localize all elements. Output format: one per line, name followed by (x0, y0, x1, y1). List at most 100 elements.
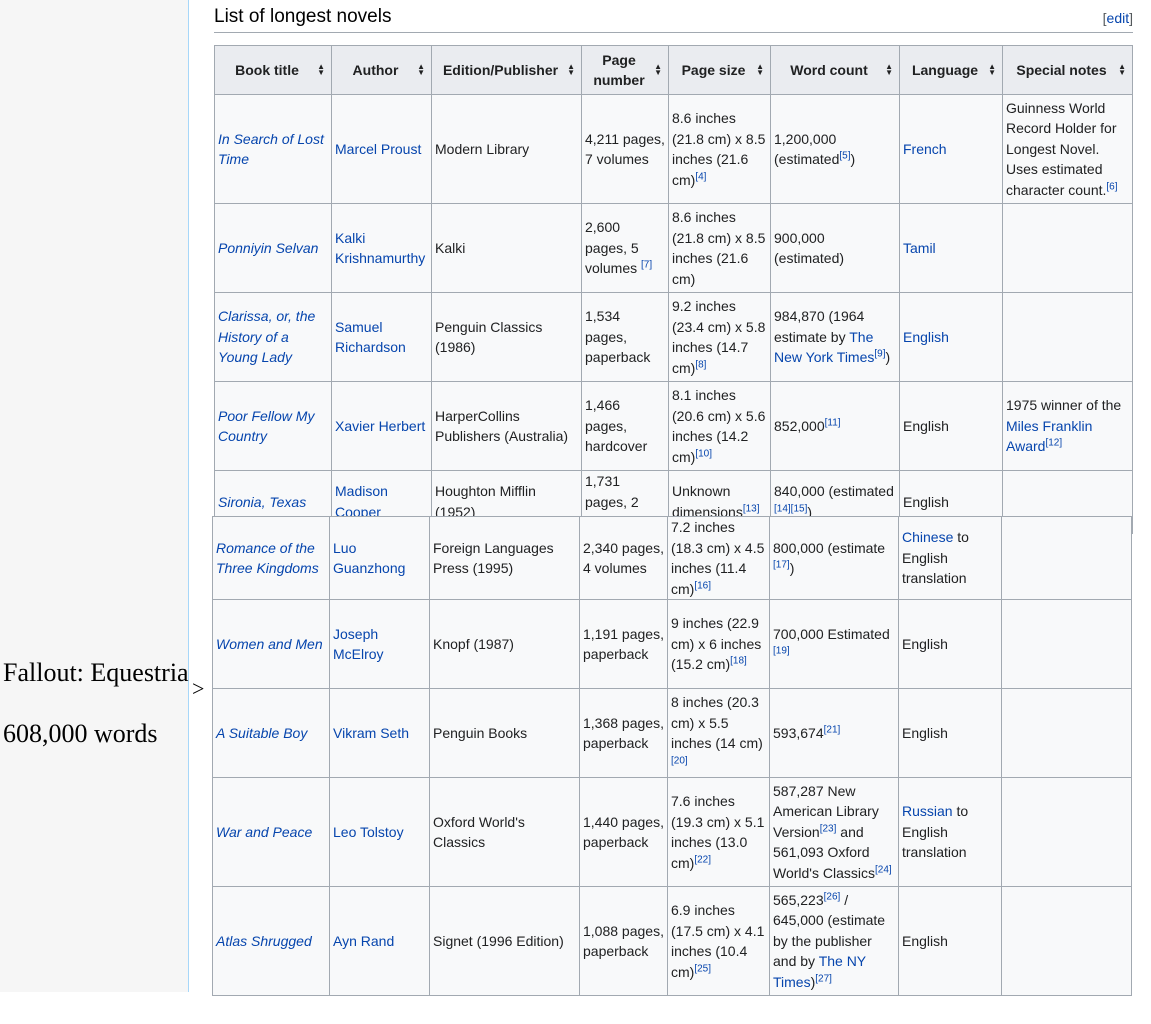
book-title-link[interactable]: A Suitable Boy (212, 688, 330, 778)
language-link[interactable]: French (899, 94, 1003, 204)
column-header-page-size[interactable]: Page size ▲ ▼ (668, 45, 771, 95)
column-header-book-title[interactable]: Book title ▲ ▼ (214, 45, 332, 95)
book-title-link[interactable]: Romance of the Three Kingdoms (212, 516, 330, 600)
language-cell: English (898, 688, 1002, 778)
page-number-cell: 4,211 pages, 7 volumes (581, 94, 669, 204)
book-title-link[interactable]: Atlas Shrugged (212, 886, 330, 996)
author-link[interactable]: Samuel Richardson (331, 292, 432, 382)
sort-icon[interactable]: ▲ ▼ (756, 63, 764, 77)
author-link[interactable]: Vikram Seth (329, 688, 430, 778)
citation-link[interactable]: [21] (824, 724, 841, 735)
table-row: Women and Men Joseph McElroy Knopf (1987… (212, 599, 1132, 689)
table-row: Poor Fellow My Country Xavier Herbert Ha… (214, 381, 1133, 471)
author-link[interactable]: Luo Guanzhong (329, 516, 430, 600)
sort-icon[interactable]: ▲ ▼ (885, 63, 893, 77)
special-notes-cell (1002, 203, 1133, 293)
page-size-cell: 7.2 inches (18.3 cm) x 4.5 inches (11.4 … (667, 516, 770, 600)
citation-link[interactable]: [25] (694, 963, 711, 974)
page-number-cell: 1,088 pages, paperback (579, 886, 668, 996)
language-link[interactable]: Tamil (899, 203, 1003, 293)
language-cell: Russian to English translation (898, 777, 1002, 887)
author-link[interactable]: Ayn Rand (329, 886, 430, 996)
annotation-word-count: 608,000 words (3, 719, 158, 748)
citation-link[interactable]: [5] (839, 150, 850, 161)
book-title-link[interactable]: Ponniyin Selvan (214, 203, 332, 293)
page-size-cell: 8.1 inches (20.6 cm) x 5.6 inches (14.2 … (668, 381, 771, 471)
citation-link[interactable]: [11] (825, 417, 841, 428)
sort-icon[interactable]: ▲ ▼ (1118, 63, 1126, 77)
author-link[interactable]: Kalki Krishnamurthy (331, 203, 432, 293)
special-notes-cell (1001, 886, 1132, 996)
citation-link[interactable]: [20] (671, 755, 688, 766)
citation-link[interactable]: [19] (773, 645, 790, 656)
citation-link[interactable]: [7] (641, 260, 652, 271)
citation-link[interactable]: [4] (695, 171, 706, 182)
sort-icon[interactable]: ▲ ▼ (567, 63, 575, 77)
page-number-cell: 1,534 pages, paperback (581, 292, 669, 382)
citation-link[interactable]: [8] (695, 359, 706, 370)
citation-link[interactable]: [10] (695, 448, 712, 459)
author-link[interactable]: Leo Tolstoy (329, 777, 430, 887)
left-sidebar (0, 0, 188, 992)
language-cell: English (898, 599, 1002, 689)
citation-link[interactable]: [6] (1106, 181, 1117, 192)
special-notes-cell (1002, 292, 1133, 382)
publisher-cell: Foreign Languages Press (1995) (429, 516, 580, 600)
language-link[interactable]: Russian (902, 803, 953, 819)
novels-table-continued: Romance of the Three Kingdoms Luo Guanzh… (212, 516, 1132, 996)
special-notes-cell (1001, 516, 1132, 600)
language-cell: English (899, 381, 1003, 471)
language-link[interactable]: English (899, 292, 1003, 382)
special-notes-cell (1001, 599, 1132, 689)
column-header-page-number[interactable]: Page number ▲ ▼ (581, 45, 669, 95)
publisher-cell: Oxford World's Classics (429, 777, 580, 887)
book-title-link[interactable]: War and Peace (212, 777, 330, 887)
citation-link[interactable]: [27] (815, 973, 832, 984)
word-count-cell: 852,000[11] (770, 381, 900, 471)
citation-link[interactable]: [16] (694, 580, 711, 591)
table-row: Clarissa, or, the History of a Young Lad… (214, 292, 1133, 382)
table-row: In Search of Lost Time Marcel Proust Mod… (214, 94, 1133, 204)
sort-icon[interactable]: ▲ ▼ (988, 63, 996, 77)
word-count-cell: 900,000 (estimated) (770, 203, 900, 293)
citation-link[interactable]: [18] (730, 656, 747, 667)
page-size-cell: 8.6 inches (21.8 cm) x 8.5 inches (21.6 … (668, 203, 771, 293)
page-size-cell: 9.2 inches (23.4 cm) x 5.8 inches (14.7 … (668, 292, 771, 382)
citation-link[interactable]: [12] (1045, 438, 1062, 449)
column-header-special-notes[interactable]: Special notes ▲ ▼ (1002, 45, 1133, 95)
publisher-cell: Kalki (431, 203, 582, 293)
edit-link[interactable]: edit (1107, 10, 1130, 26)
book-title-link[interactable]: Women and Men (212, 599, 330, 689)
column-header-word-count[interactable]: Word count ▲ ▼ (770, 45, 900, 95)
citation-link[interactable]: [17] (773, 559, 790, 570)
author-link[interactable]: Xavier Herbert (331, 381, 432, 471)
column-header-author[interactable]: Author ▲ ▼ (331, 45, 432, 95)
page-number-cell: 1,368 pages, paperback (579, 688, 668, 778)
sort-icon[interactable]: ▲ ▼ (417, 63, 425, 77)
page-size-cell: 8.6 inches (21.8 cm) x 8.5 inches (21.6 … (668, 94, 771, 204)
publisher-cell: Signet (1996 Edition) (429, 886, 580, 996)
author-link[interactable]: Marcel Proust (331, 94, 432, 204)
sort-icon[interactable]: ▲ ▼ (654, 63, 662, 77)
column-header-publisher[interactable]: Edition/Publisher ▲ ▼ (431, 45, 582, 95)
section-title: List of longest novels (214, 6, 392, 27)
book-title-link[interactable]: In Search of Lost Time (214, 94, 332, 204)
author-link[interactable]: Joseph McElroy (329, 599, 430, 689)
citation-link[interactable]: [23] (820, 823, 837, 834)
citation-link[interactable]: [26] (824, 891, 841, 902)
book-title-link[interactable]: Poor Fellow My Country (214, 381, 332, 471)
publisher-cell: Penguin Classics (1986) (431, 292, 582, 382)
page-size-cell: 7.6 inches (19.3 cm) x 5.1 inches (13.0 … (667, 777, 770, 887)
side-annotation: Fallout: Equestria 608,000 words (3, 642, 189, 764)
citation-link[interactable]: [14][15] (774, 503, 807, 514)
language-link[interactable]: Chinese (902, 529, 953, 545)
citation-link[interactable]: [22] (694, 854, 711, 865)
citation-link[interactable]: [9] (874, 349, 885, 360)
column-header-language[interactable]: Language ▲ ▼ (899, 45, 1003, 95)
citation-link[interactable]: [13] (743, 503, 760, 514)
word-count-cell: 587,287 New American Library Version[23]… (769, 777, 899, 887)
page-number-cell: 1,191 pages, paperback (579, 599, 668, 689)
citation-link[interactable]: [24] (875, 864, 892, 875)
book-title-link[interactable]: Clarissa, or, the History of a Young Lad… (214, 292, 332, 382)
sort-icon[interactable]: ▲ ▼ (317, 63, 325, 77)
